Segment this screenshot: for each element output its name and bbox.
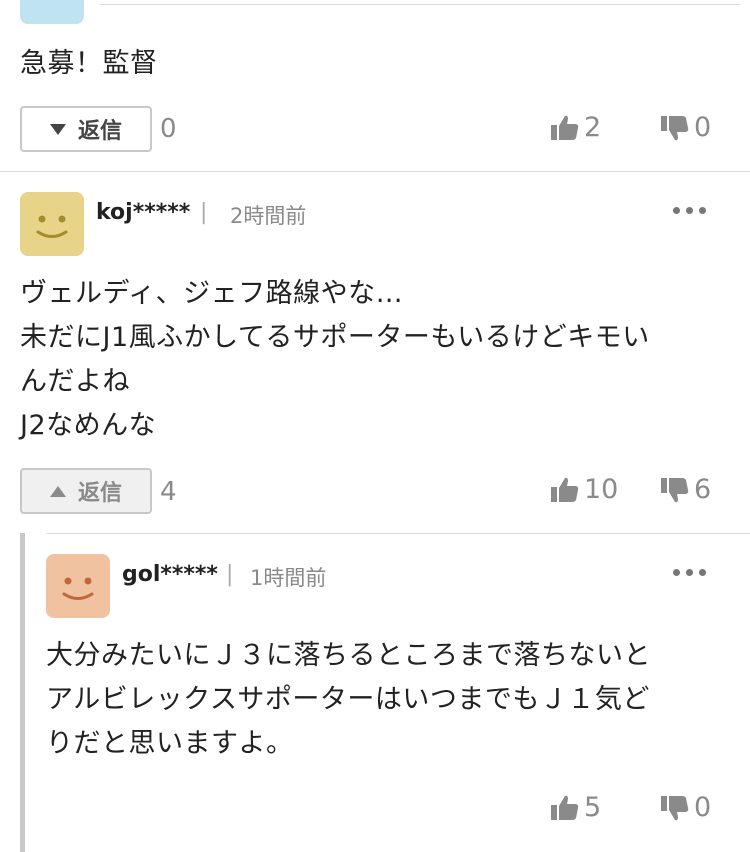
reply-label: 返信	[77, 481, 122, 506]
thumbs-up-icon	[551, 795, 579, 820]
comment-line: J2なめんな	[20, 410, 157, 441]
username[interactable]: koj*****	[96, 200, 190, 225]
reply-button[interactable]: 返信	[20, 106, 152, 152]
like-count: 10	[584, 474, 619, 505]
dislike-count: 6	[694, 474, 712, 505]
caret-down-icon	[49, 123, 66, 135]
thread-line	[20, 533, 25, 852]
divider	[0, 171, 750, 172]
dislike-count: 0	[694, 792, 712, 823]
timestamp: 1時間前	[250, 566, 327, 590]
caret-up-icon	[49, 485, 66, 497]
dislike-count: 0	[694, 112, 712, 143]
comment-line: りだと思いますよ。	[46, 728, 294, 759]
reply-button[interactable]: 返信	[20, 468, 152, 514]
reply-count: 0	[160, 114, 177, 144]
thumbs-down-icon	[661, 795, 689, 820]
comment-text: ヴェルディ、ジェフ路線やな… 未だにJ1風ふかしてるサポーターもいるけどキモい …	[20, 272, 650, 448]
thumbs-down-icon	[661, 115, 689, 140]
avatar-partial	[20, 0, 84, 24]
avatar[interactable]	[46, 554, 110, 618]
thumbs-up-icon	[551, 115, 579, 140]
like-button[interactable]: 5	[550, 792, 601, 823]
thumbs-down-icon	[661, 477, 689, 502]
comment-line: 大分みたいにＪ３に落ちるところまで落ちないと	[46, 640, 651, 671]
like-button[interactable]: 2	[550, 112, 601, 143]
thumbs-up-icon	[551, 477, 579, 502]
comment-line: アルビレックスサポーターはいつまでもＪ１気ど	[46, 684, 650, 715]
avatar[interactable]	[20, 192, 84, 256]
dislike-button[interactable]: 6	[660, 474, 711, 505]
smiley-face-icon	[36, 215, 68, 238]
comment-text: 急募！監督	[20, 48, 158, 79]
smiley-face-icon	[62, 577, 94, 600]
separator: |	[200, 200, 208, 225]
more-options-icon[interactable]	[673, 569, 706, 576]
more-options-icon[interactable]	[673, 207, 706, 214]
reply-count: 4	[160, 477, 177, 507]
reply-text: 大分みたいにＪ３に落ちるところまで落ちないと アルビレックスサポーターはいつまで…	[46, 634, 651, 766]
comment-line: ヴェルディ、ジェフ路線やな…	[20, 278, 404, 309]
comment-line: 未だにJ1風ふかしてるサポーターもいるけどキモい	[20, 322, 650, 353]
divider	[100, 4, 740, 5]
like-count: 5	[584, 792, 602, 823]
comment-line: んだよね	[20, 366, 130, 397]
dislike-button[interactable]: 0	[660, 112, 711, 143]
username[interactable]: gol*****	[122, 562, 218, 587]
reply-label: 返信	[77, 119, 122, 144]
separator: |	[226, 562, 234, 587]
like-count: 2	[584, 112, 602, 143]
like-button[interactable]: 10	[550, 474, 618, 505]
timestamp: 2時間前	[230, 204, 307, 228]
dislike-button[interactable]: 0	[660, 792, 711, 823]
divider	[46, 533, 750, 534]
